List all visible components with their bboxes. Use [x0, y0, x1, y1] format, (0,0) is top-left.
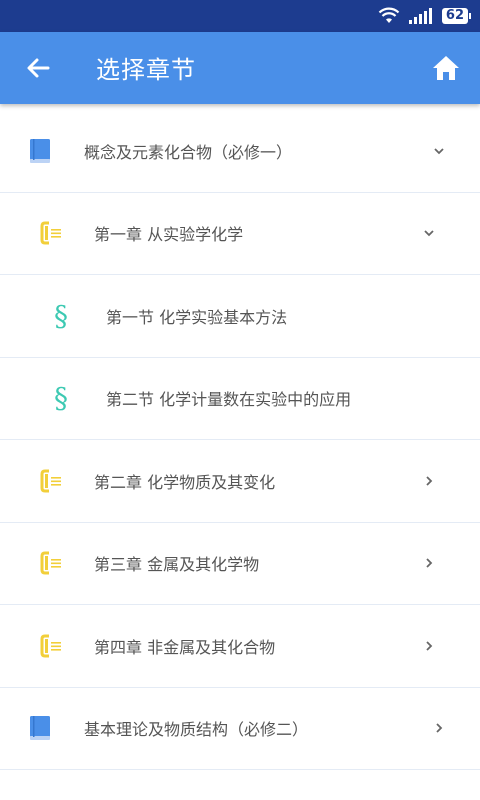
- chapter-icon: [40, 551, 61, 575]
- list-item-chapter[interactable]: 第一章 从实验学化学: [0, 193, 480, 275]
- home-icon[interactable]: [430, 52, 462, 84]
- chevron-right-icon: [426, 558, 433, 568]
- chapter-list: 概念及元素化合物（必修一） 第一章 从实验学化学 § 第一节 化学实验基本方法 …: [0, 110, 480, 770]
- wifi-icon: [378, 7, 400, 23]
- book-icon: [30, 138, 50, 163]
- book-icon: [30, 716, 50, 741]
- list-item-section[interactable]: § 第一节 化学实验基本方法: [0, 275, 480, 358]
- list-item-label: 第一节 化学实验基本方法: [106, 307, 288, 327]
- chapter-icon: [40, 469, 61, 493]
- section-icon: §: [54, 299, 68, 333]
- app-bar: 选择章节: [0, 32, 480, 104]
- signal-icon: [408, 8, 432, 24]
- list-item-chapter[interactable]: 第二章 化学物质及其变化: [0, 440, 480, 523]
- chapter-icon: [40, 634, 61, 658]
- list-item-book[interactable]: 概念及元素化合物（必修一）: [0, 110, 480, 193]
- chevron-right-icon: [426, 641, 433, 651]
- chapter-icon: [40, 221, 61, 245]
- list-item-section[interactable]: § 第二节 化学计量数在实验中的应用: [0, 358, 480, 440]
- list-item-label: 第二节 化学计量数在实验中的应用: [106, 390, 352, 410]
- list-item-chapter[interactable]: 第四章 非金属及其化合物: [0, 605, 480, 688]
- page-title: 选择章节: [96, 56, 196, 84]
- list-item-label: 第一章 从实验学化学: [94, 225, 244, 245]
- battery-level: 62: [441, 8, 472, 24]
- list-item-chapter[interactable]: 第三章 金属及其化学物: [0, 523, 480, 605]
- list-item-label: 第四章 非金属及其化合物: [94, 637, 276, 657]
- arrow-left-icon[interactable]: [22, 52, 54, 84]
- list-item-book[interactable]: 基本理论及物质结构（必修二）: [0, 688, 480, 770]
- chevron-down-icon: [434, 148, 444, 155]
- chevron-down-icon: [424, 230, 434, 237]
- status-bar: 62: [0, 0, 480, 32]
- list-item-label: 基本理论及物质结构（必修二）: [84, 720, 309, 740]
- chevron-right-icon: [436, 723, 443, 733]
- list-item-label: 第二章 化学物质及其变化: [94, 472, 276, 492]
- section-icon: §: [54, 381, 68, 415]
- list-item-label: 概念及元素化合物（必修一）: [84, 142, 293, 162]
- chevron-right-icon: [426, 476, 433, 486]
- list-item-label: 第三章 金属及其化学物: [94, 555, 260, 575]
